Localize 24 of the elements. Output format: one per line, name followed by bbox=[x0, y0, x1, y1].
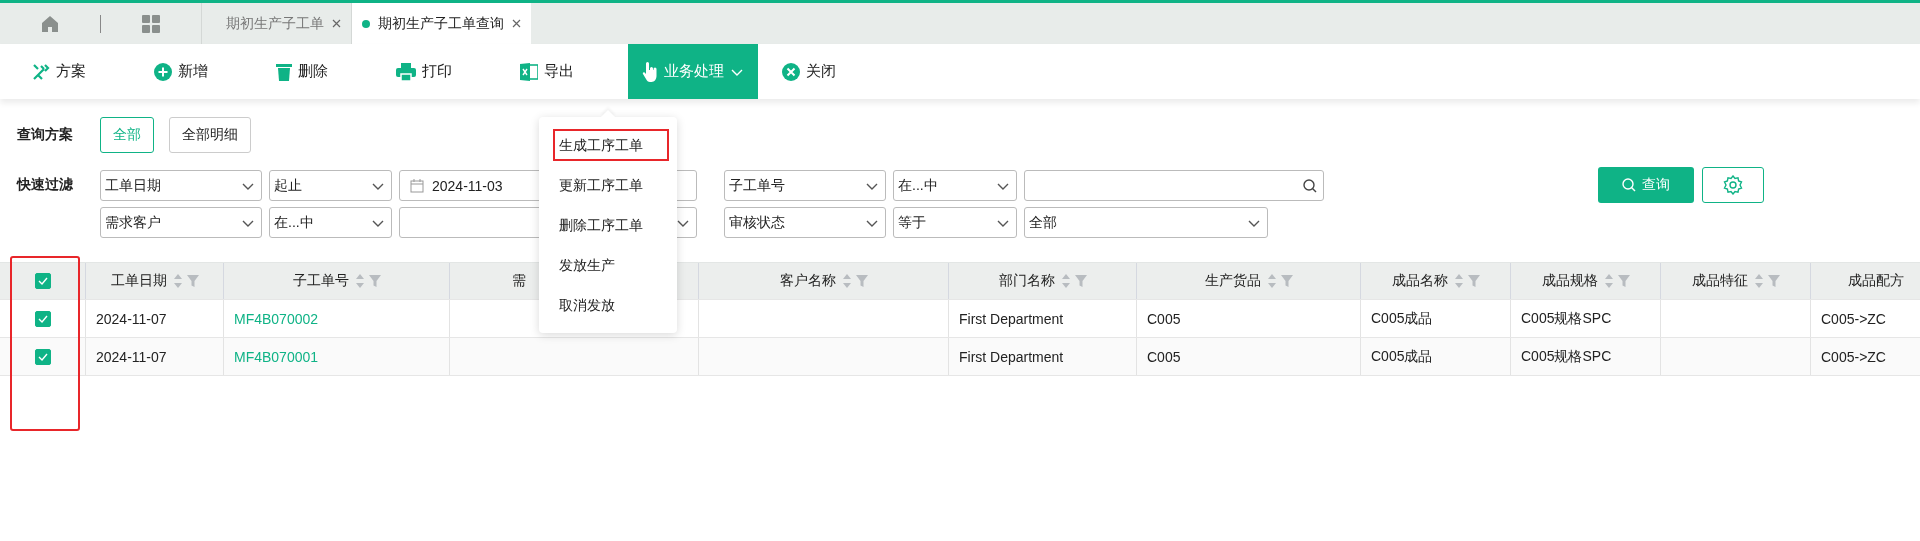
column-header: 成品规格 bbox=[1541, 272, 1598, 290]
column-header: 部门名称 bbox=[998, 272, 1055, 290]
table-cell: C005规格SPC bbox=[1521, 347, 1612, 366]
table-cell: 2024-11-07 bbox=[96, 348, 167, 365]
column-header: 成品配方 bbox=[1847, 272, 1904, 290]
table-cell: C005 bbox=[1147, 348, 1181, 365]
table-cell: C005->ZC bbox=[1821, 310, 1886, 327]
table-cell: 2024-11-07 bbox=[96, 310, 167, 327]
column-header: 需 bbox=[512, 272, 526, 290]
field-label: 快速过滤 bbox=[17, 176, 74, 194]
table-cell: C005 bbox=[1147, 310, 1181, 327]
column-header: 成品特征 bbox=[1691, 272, 1748, 290]
table-cell: First Department bbox=[959, 310, 1064, 327]
table-cell: C005成品 bbox=[1371, 347, 1433, 366]
column-header: 子工单号 bbox=[292, 272, 349, 290]
column-header: 成品名称 bbox=[1391, 272, 1448, 290]
field-label: 查询方案 bbox=[17, 126, 74, 144]
column-header: 工单日期 bbox=[110, 272, 167, 290]
column-header: 生产货品 bbox=[1204, 272, 1261, 290]
table-cell: First Department bbox=[959, 348, 1064, 365]
table-cell: C005成品 bbox=[1371, 309, 1433, 328]
table-cell: C005规格SPC bbox=[1521, 309, 1612, 328]
table-cell: C005->ZC bbox=[1821, 348, 1886, 365]
column-header: 客户名称 bbox=[779, 272, 836, 290]
